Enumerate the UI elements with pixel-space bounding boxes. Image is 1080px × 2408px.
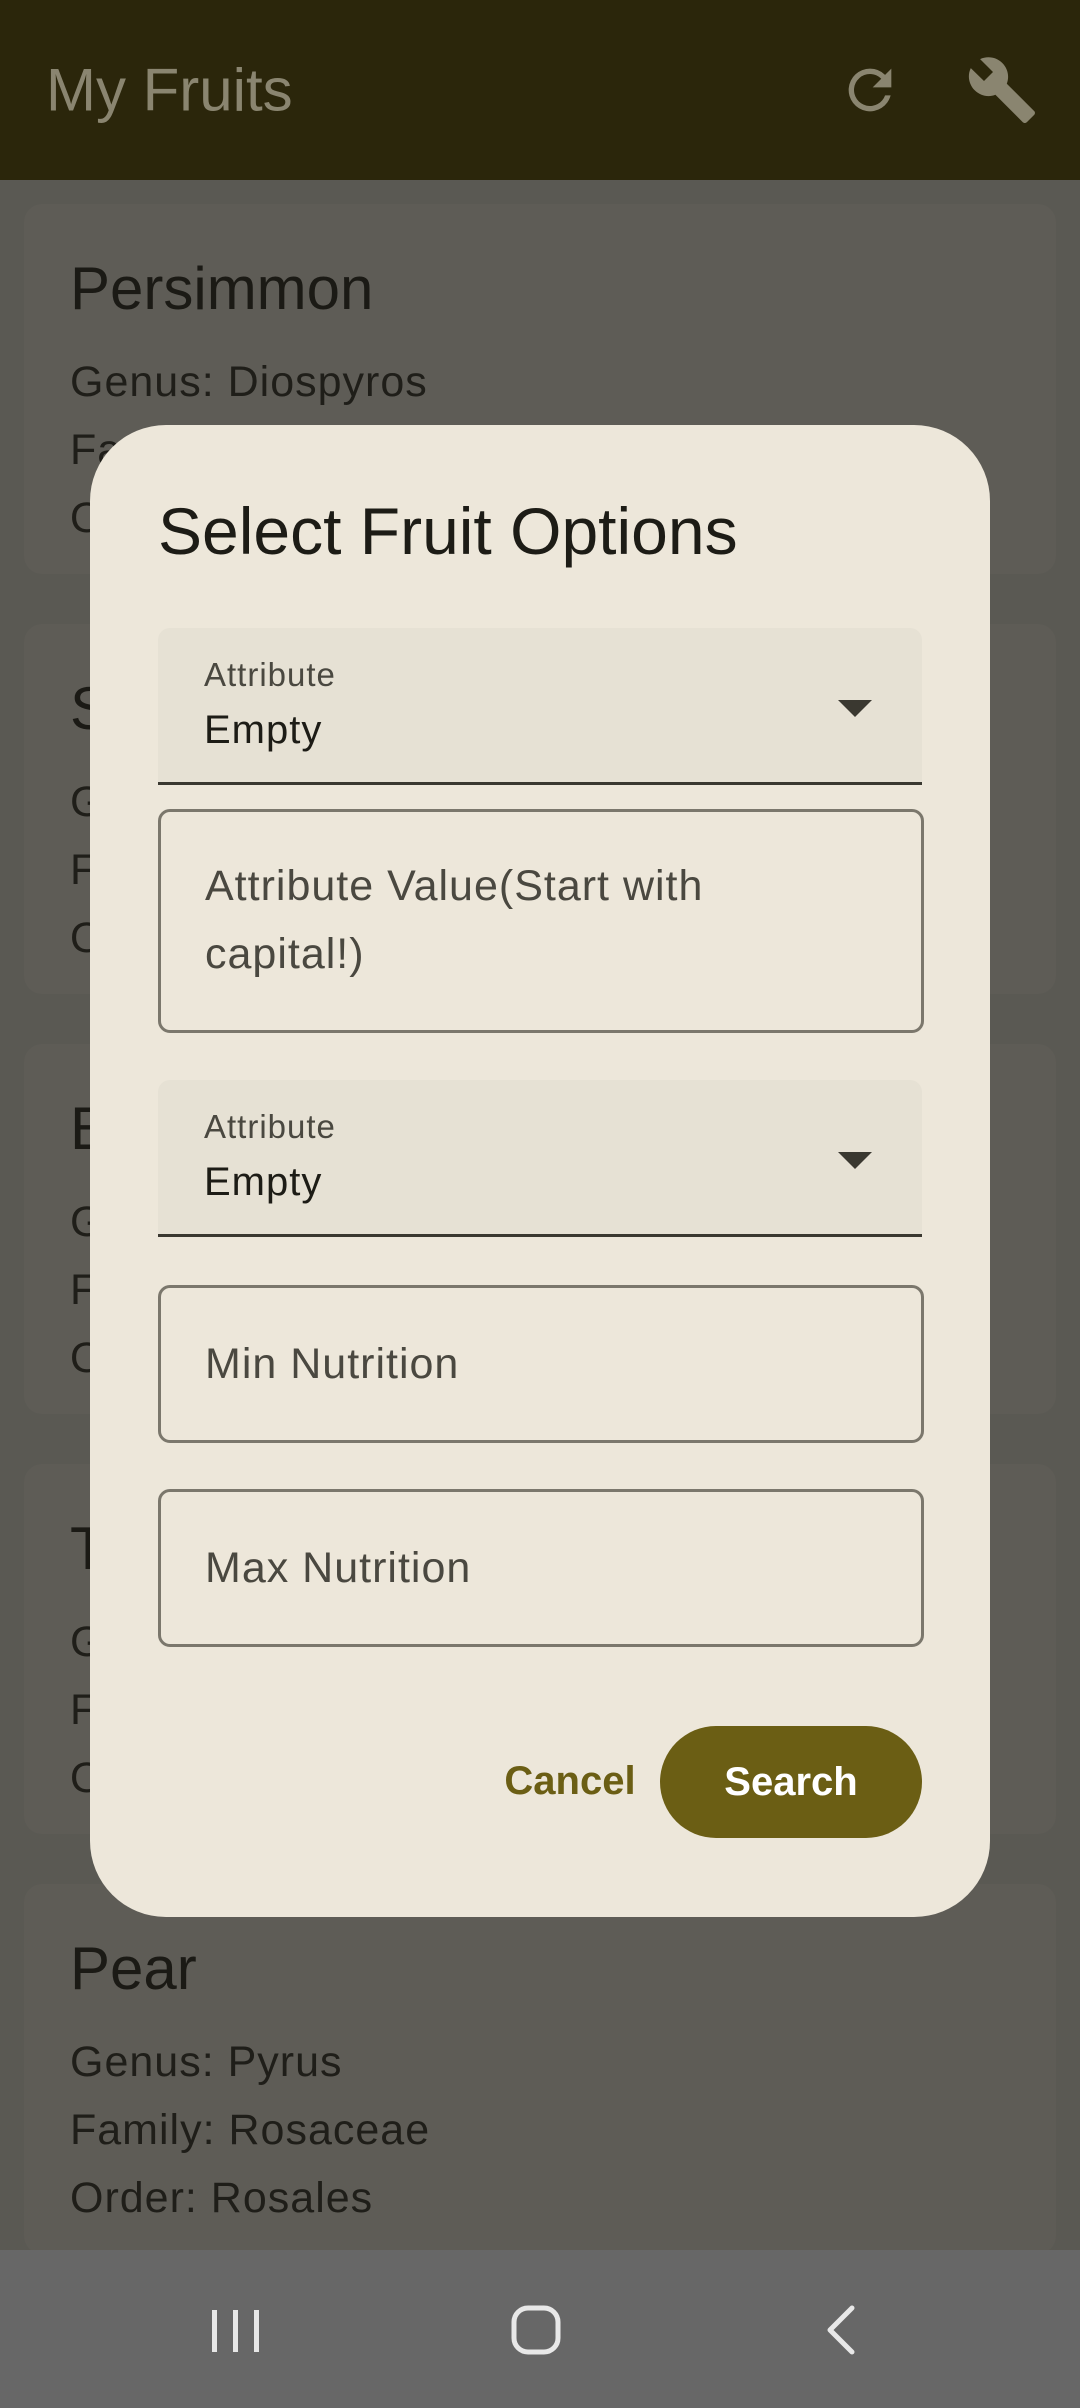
min-nutrition-field[interactable]: Min Nutrition xyxy=(158,1285,924,1443)
attribute-value-placeholder: capital!) xyxy=(205,930,365,978)
min-nutrition-placeholder: Min Nutrition xyxy=(205,1340,460,1388)
search-button[interactable]: Search xyxy=(660,1726,922,1838)
attribute-value-placeholder: Attribute Value(Start with xyxy=(205,862,704,910)
select-value: Empty xyxy=(204,1160,323,1204)
dropdown-arrow-icon xyxy=(838,1152,872,1169)
attribute-value-field[interactable]: Attribute Value(Start with capital!) xyxy=(158,809,924,1033)
select-value: Empty xyxy=(204,708,323,752)
system-nav-bar xyxy=(0,2250,1080,2408)
dialog-title: Select Fruit Options xyxy=(158,494,738,568)
home-icon[interactable] xyxy=(510,2304,562,2356)
cancel-button[interactable]: Cancel xyxy=(470,1741,670,1821)
attribute-select-2[interactable]: Attribute Empty xyxy=(158,1080,922,1237)
attribute-select-1[interactable]: Attribute Empty xyxy=(158,628,922,785)
fruit-options-dialog: Select Fruit Options Attribute Empty Att… xyxy=(90,425,990,1917)
max-nutrition-placeholder: Max Nutrition xyxy=(205,1544,472,1592)
back-icon[interactable] xyxy=(820,2304,860,2356)
max-nutrition-field[interactable]: Max Nutrition xyxy=(158,1489,924,1647)
select-label: Attribute xyxy=(204,1108,336,1145)
select-label: Attribute xyxy=(204,656,336,693)
dropdown-arrow-icon xyxy=(838,700,872,717)
recents-icon[interactable] xyxy=(206,2306,266,2356)
